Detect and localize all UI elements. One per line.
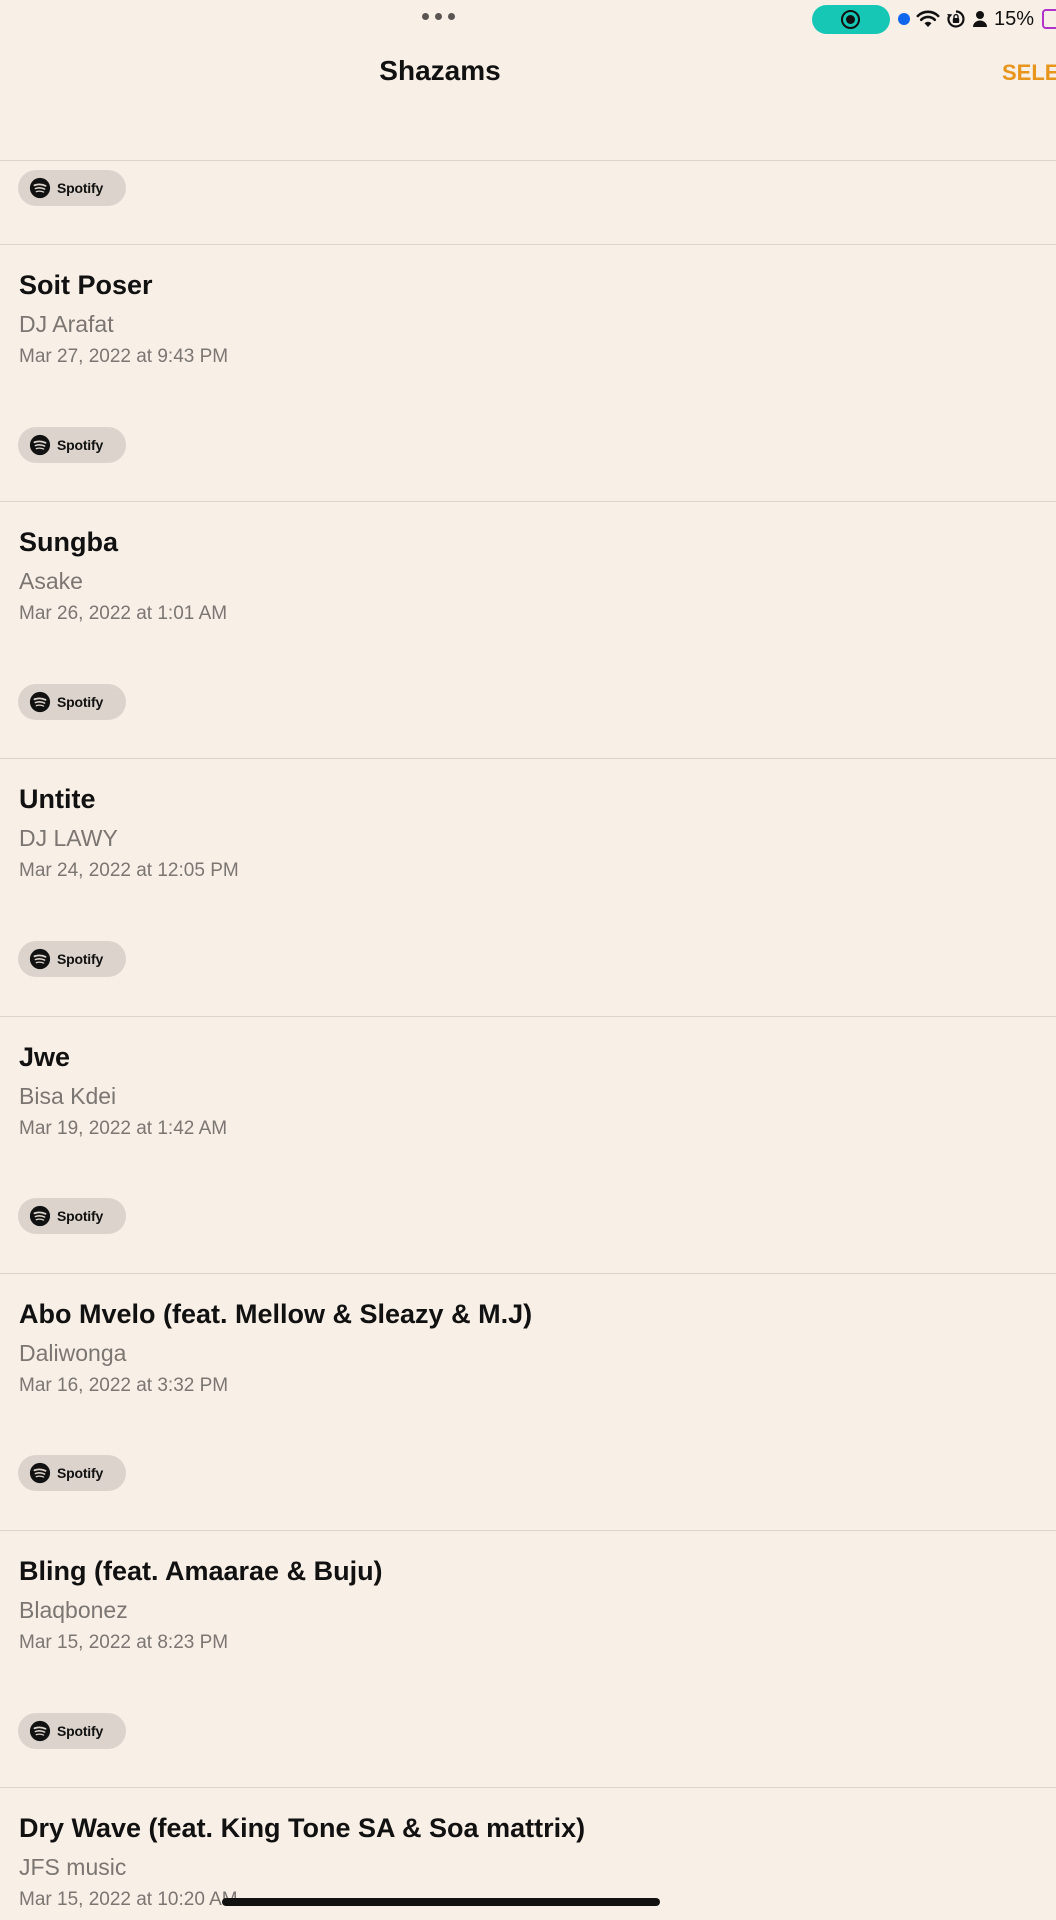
spotify-button[interactable]: Spotify	[18, 1455, 126, 1491]
spotify-label: Spotify	[57, 694, 104, 710]
divider	[0, 1273, 1056, 1274]
spotify-button[interactable]: Spotify	[18, 170, 126, 206]
song-title[interactable]: Dry Wave (feat. King Tone SA & Soa mattr…	[19, 1813, 585, 1844]
song-artist: Asake	[19, 568, 83, 594]
spotify-label: Spotify	[57, 1723, 104, 1739]
rotation-lock-icon	[947, 10, 965, 28]
song-title[interactable]: Soit Poser	[19, 270, 153, 301]
spotify-label: Spotify	[57, 1208, 104, 1224]
song-date: Mar 26, 2022 at 1:01 AM	[19, 603, 228, 624]
song-title[interactable]: Untite	[19, 784, 96, 815]
spotify-label: Spotify	[57, 180, 104, 196]
song-title[interactable]: Sungba	[19, 527, 118, 558]
home-indicator[interactable]	[222, 1898, 660, 1906]
song-artist: Blaqbonez	[19, 1597, 128, 1623]
divider	[0, 1787, 1056, 1788]
spotify-label: Spotify	[57, 437, 104, 453]
song-artist: DJ Arafat	[19, 311, 114, 337]
song-artist: Bisa Kdei	[19, 1083, 117, 1109]
spotify-icon	[29, 1720, 51, 1742]
spotify-label: Spotify	[57, 1465, 104, 1481]
song-date: Mar 16, 2022 at 3:32 PM	[19, 1375, 229, 1396]
spotify-button[interactable]: Spotify	[18, 427, 126, 463]
select-button[interactable]: SELE	[1002, 60, 1056, 86]
song-title[interactable]: Bling (feat. Amaarae & Buju)	[19, 1556, 383, 1587]
spotify-icon	[29, 1462, 51, 1484]
song-artist: DJ LAWY	[19, 825, 118, 851]
spotify-icon	[29, 691, 51, 713]
spotify-icon	[29, 1205, 51, 1227]
song-artist: JFS music	[19, 1854, 127, 1880]
song-date: Mar 24, 2022 at 12:05 PM	[19, 860, 239, 881]
divider	[0, 758, 1056, 759]
person-icon	[973, 11, 987, 27]
spotify-icon	[29, 177, 51, 199]
screen-recording-indicator[interactable]	[812, 5, 890, 34]
page-title: Shazams	[379, 55, 501, 86]
song-date: Mar 19, 2022 at 1:42 AM	[19, 1118, 228, 1139]
spotify-button[interactable]: Spotify	[18, 1713, 126, 1749]
divider	[0, 501, 1056, 502]
battery-percentage: 15%	[994, 7, 1035, 30]
divider	[0, 244, 1056, 245]
song-title[interactable]: Jwe	[19, 1042, 70, 1073]
spotify-button[interactable]: Spotify	[18, 1198, 126, 1234]
song-date: Mar 27, 2022 at 9:43 PM	[19, 346, 229, 367]
divider	[0, 1530, 1056, 1531]
spotify-icon	[29, 948, 51, 970]
song-artist: Daliwonga	[19, 1340, 127, 1366]
record-icon	[841, 10, 860, 29]
song-date: Mar 15, 2022 at 8:23 PM	[19, 1632, 229, 1653]
wifi-icon	[916, 10, 940, 27]
divider	[0, 1016, 1056, 1017]
spotify-label: Spotify	[57, 951, 104, 967]
multitasking-dots-icon[interactable]	[422, 13, 455, 20]
battery-icon	[1042, 9, 1056, 29]
divider	[0, 160, 1056, 161]
song-title[interactable]: Abo Mvelo (feat. Mellow & Sleazy & M.J)	[19, 1299, 532, 1330]
location-dot-icon	[898, 13, 910, 25]
spotify-icon	[29, 434, 51, 456]
song-date: Mar 15, 2022 at 10:20 AM	[19, 1889, 238, 1910]
status-bar-right: 15%	[898, 6, 1056, 32]
spotify-button[interactable]: Spotify	[18, 684, 126, 720]
spotify-button[interactable]: Spotify	[18, 941, 126, 977]
